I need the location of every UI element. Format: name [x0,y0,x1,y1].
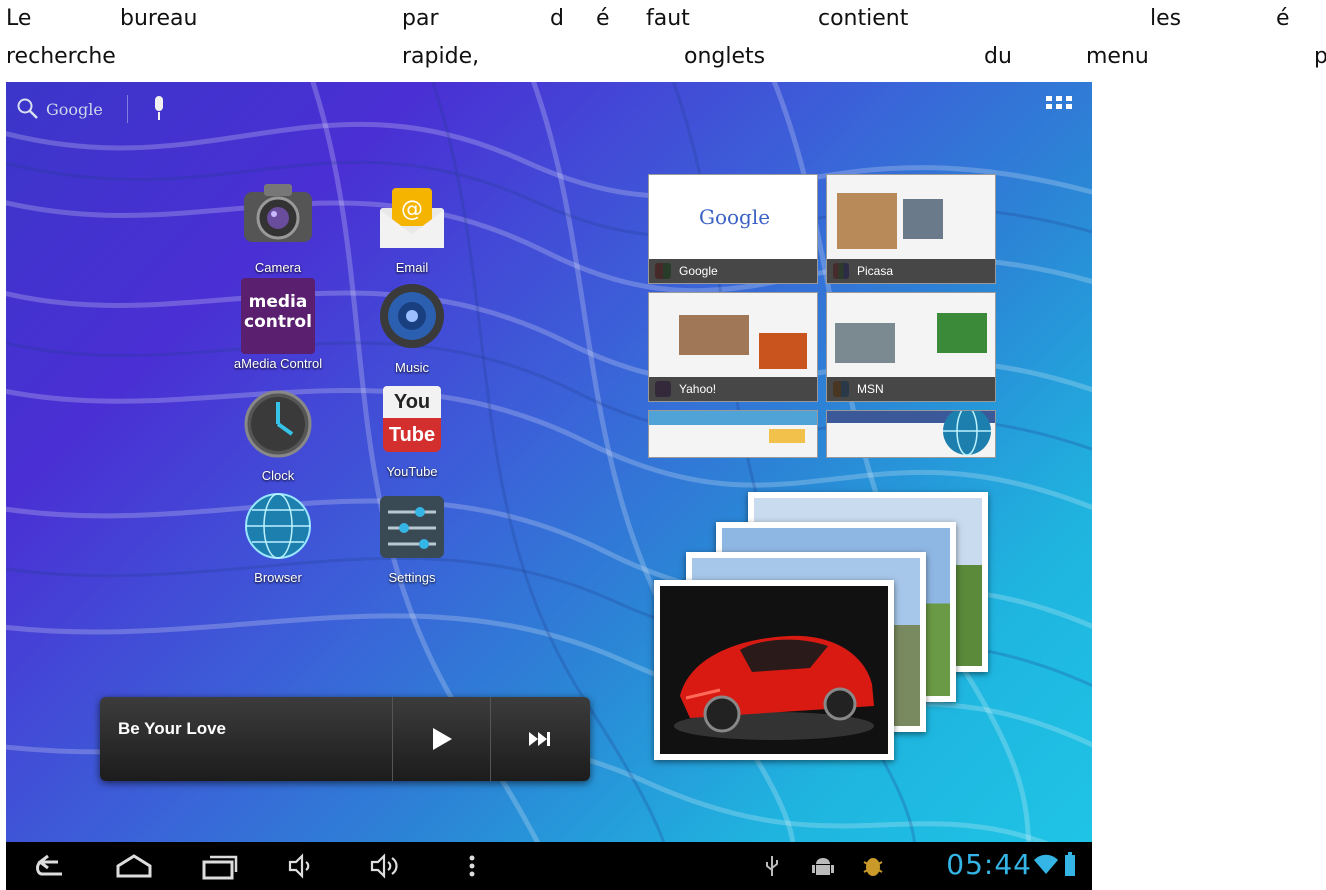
notification-bug-icon[interactable] [862,852,884,880]
bookmark-label: Yahoo! [649,377,817,401]
speaker-icon [380,284,444,348]
gallery-photo-car [654,580,894,760]
shortcut-label: aMedia Control [233,356,323,371]
search-divider [126,95,128,123]
play-icon [433,728,452,750]
shortcut-browser[interactable]: Browser [218,488,338,585]
caption-word: bureau [120,6,198,31]
caption-word: rapide, [402,44,480,69]
caption-word: les [1150,6,1182,31]
shortcut-label: Camera [254,260,302,275]
google-logo-text: Google [699,205,771,229]
volume-down-icon[interactable] [288,852,314,880]
bookmark-thumbnail [937,313,987,353]
bookmark-label: Google [649,259,817,283]
bookmark-thumbnail [769,429,805,443]
browser-globe-icon [943,411,991,456]
bookmark-thumbnail [649,411,817,425]
music-widget[interactable]: Be Your Love [100,697,590,781]
amedia-icon-text: control [244,312,312,332]
bookmark-google[interactable]: Google Google [648,174,818,284]
shortcut-label: YouTube [386,464,438,479]
home-screen: Google Camera @ Email media control aMed… [6,82,1092,890]
shortcut-label: Music [395,360,429,375]
caption-word: onglets [684,44,766,69]
shortcut-amedia-control[interactable]: media control aMedia Control [218,278,338,371]
shortcut-label: Settings [388,570,436,585]
shortcut-label: Browser [254,570,302,585]
clock-icon [244,390,312,458]
bookmark-facebook[interactable] [826,410,996,458]
bookmark-yahoo[interactable]: Yahoo! [648,292,818,402]
browser-bookmarks-widget: Google Google Picasa Yahoo! MSN [648,174,996,458]
google-search-bar[interactable]: Google [16,92,166,126]
volume-up-icon[interactable] [370,852,404,880]
overflow-menu-icon[interactable] [468,852,476,880]
bookmark-label: Picasa [827,259,995,283]
caption-word: p [1314,44,1326,69]
bookmark-thumbnail [759,333,807,369]
battery-icon[interactable] [1064,852,1076,876]
caption-word: contient [818,6,909,31]
status-clock[interactable]: 05:44 [946,848,1032,881]
globe-icon [245,493,311,559]
caption-word: é [1276,6,1290,31]
shortcut-settings[interactable]: Settings [352,488,472,585]
caption-word: par [402,6,439,31]
bookmark-thumbnail: Google [649,175,817,259]
svg-text:@: @ [401,197,423,222]
bookmark-msn[interactable]: MSN [826,292,996,402]
shortcut-camera[interactable]: Camera [218,178,338,275]
bookmark-thumbnail [835,323,895,363]
shortcut-clock[interactable]: Clock [218,386,338,483]
usb-icon[interactable] [764,852,780,880]
photo-gallery-widget[interactable] [654,492,994,822]
caption-word: é [596,6,610,31]
microphone-icon[interactable] [152,96,166,122]
wifi-icon[interactable] [1034,854,1058,874]
camera-icon [244,184,312,242]
settings-sliders-icon [380,496,444,558]
all-apps-icon[interactable] [1046,96,1074,118]
youtube-icon-text: You [383,386,441,418]
bookmark-twitter[interactable] [648,410,818,458]
shortcut-youtube[interactable]: You Tube YouTube [352,386,472,479]
bookmark-thumbnail [903,199,943,239]
caption-word: Le [6,6,32,31]
song-title: Be Your Love [118,719,227,738]
caption-text: Le bureau par d é faut contient les é re… [0,0,1326,82]
shortcut-email[interactable]: @ Email [352,178,472,275]
youtube-icon-text: Tube [383,418,441,452]
amedia-icon-text: media [248,292,308,312]
caption-word: recherche [6,44,116,69]
next-track-button[interactable] [490,697,589,781]
shortcut-music[interactable]: Music [352,278,472,375]
android-debug-icon[interactable] [812,852,834,880]
caption-word: du [984,44,1012,69]
youtube-icon: You Tube [383,386,441,462]
caption-word: d [550,6,564,31]
back-icon[interactable] [32,852,68,880]
bookmark-label: MSN [827,377,995,401]
email-icon: @ [380,188,444,248]
bookmark-thumbnail [837,193,897,249]
caption-word: menu [1086,44,1149,69]
play-button[interactable] [392,697,491,781]
recent-apps-icon[interactable] [200,852,240,880]
bookmark-picasa[interactable]: Picasa [826,174,996,284]
shortcut-label: Clock [261,468,295,483]
home-icon[interactable] [114,852,154,880]
search-icon [17,98,38,119]
caption-word: faut [646,6,690,31]
shortcut-label: Email [395,260,429,275]
bookmark-thumbnail [679,315,749,355]
red-car-image [660,586,888,754]
search-label: Google [46,99,103,119]
system-bar: 05:44 [6,842,1092,890]
skip-next-icon [529,732,550,746]
amedia-control-icon: media control [241,278,315,354]
